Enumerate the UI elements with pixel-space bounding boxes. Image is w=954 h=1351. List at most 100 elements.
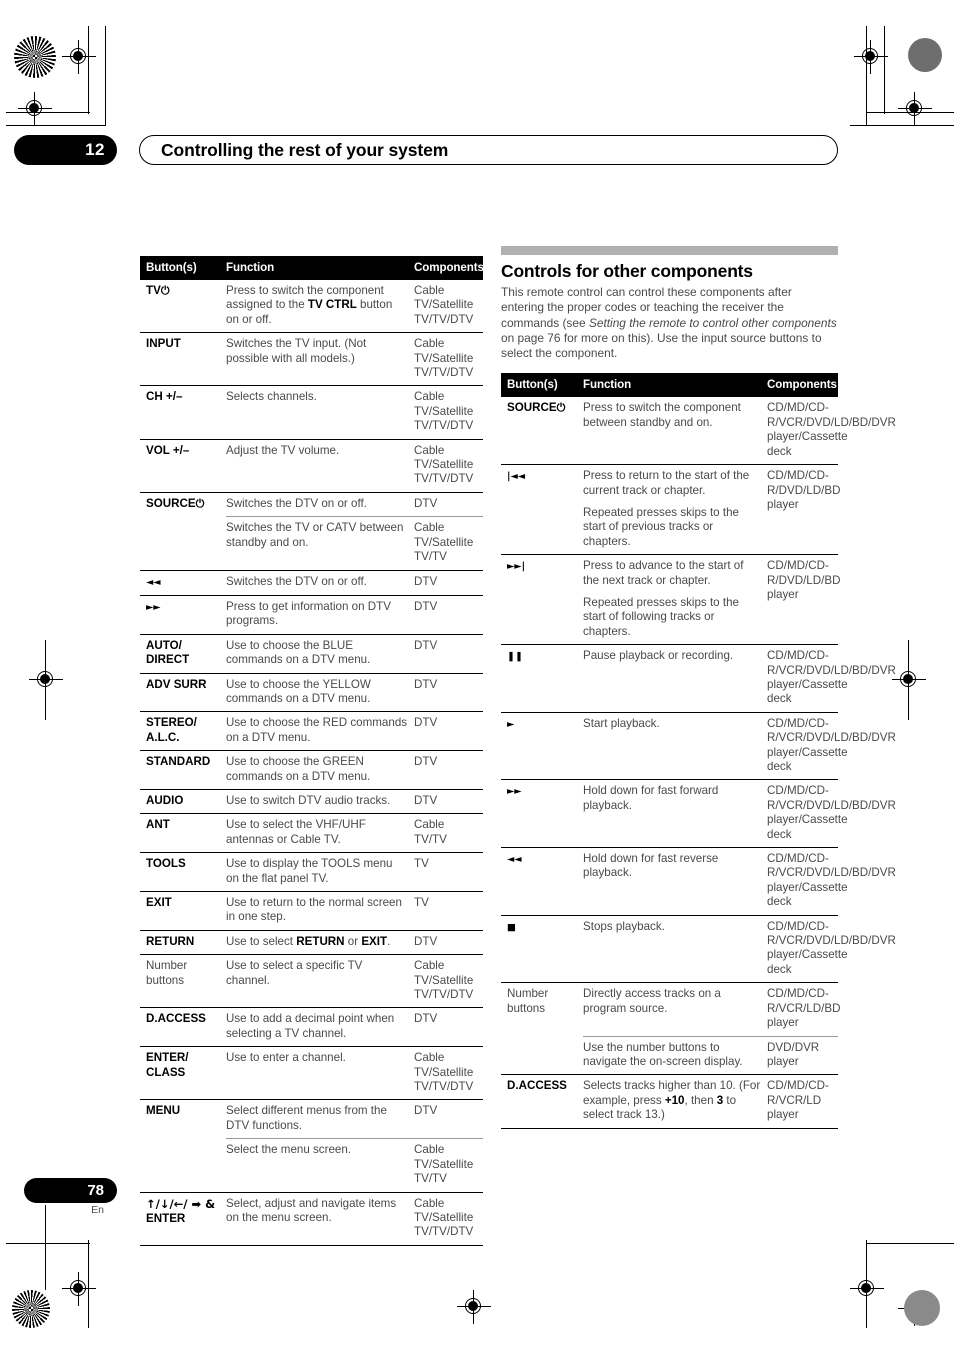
row-button: ❚❚ (501, 644, 583, 713)
table-row: ❚❚ Pause playback or recording. CD/MD/CD… (501, 644, 896, 713)
row-button: ◄◄ (140, 569, 226, 596)
row-button: STANDARD (140, 750, 226, 790)
table-row: ADV SURR Use to choose the YELLOW comman… (140, 672, 483, 712)
column-header-components: Components (767, 373, 838, 397)
row-button: ►►| (501, 554, 583, 645)
row-function: Start playback. (583, 711, 767, 780)
registration-crosshair-icon (62, 1272, 96, 1306)
row-components: CD/MD/CD-R/VCR/DVD/LD/BD/DVR player/Cass… (767, 644, 896, 713)
table-row: ◄◄ Hold down for fast reverse playback. … (501, 847, 896, 916)
dot-target-icon (904, 1290, 940, 1326)
row-function: Use to choose the GREEN commands on a DT… (226, 750, 414, 790)
row-components: Cable TV/Satellite TV/TV/DTV (414, 385, 483, 440)
row-function: Adjust the TV volume. (226, 438, 414, 493)
registration-crosshair-icon (850, 1272, 884, 1306)
row-button: D.ACCESS (140, 1007, 226, 1047)
fast-forward-icon: ►► (146, 601, 161, 613)
row-function: Use to select a specific TV channel. (226, 954, 414, 1008)
row-button: D.ACCESS (501, 1074, 583, 1129)
table-row: ► Start playback. CD/MD/CD-R/VCR/DVD/LD/… (501, 711, 896, 780)
row-function: Press to switch the component between st… (583, 396, 767, 465)
table-row: RETURN Use to select RETURN or EXIT. DTV (140, 929, 483, 955)
table-header-row: Button(s) Function Components (501, 373, 838, 397)
table-row: STEREO/ A.L.C. Use to choose the RED com… (140, 711, 483, 751)
row-button: MENU (140, 1099, 226, 1139)
row-button: ENTER/ CLASS (140, 1046, 226, 1100)
table-row: ↑/↓/←/ ➡ & ENTER Select, adjust and navi… (140, 1191, 483, 1246)
row-components: DTV (414, 711, 483, 751)
page-number-badge: 78 (24, 1178, 117, 1203)
page-language-label: En (91, 1204, 104, 1216)
table-row: |◄◄ Press to return to the start of the … (501, 464, 840, 555)
row-button (140, 1139, 226, 1192)
row-components: Cable TV/Satellite TV/TV (414, 516, 483, 570)
row-components: CD/MD/CD-R/VCR/DVD/LD/BD/DVR player/Cass… (767, 711, 896, 780)
row-function: Switches the TV or CATV between standby … (226, 516, 414, 570)
chapter-number-badge: 12 (14, 135, 117, 165)
column-header-function: Function (226, 256, 414, 280)
table-row: Number buttons Directly access tracks on… (501, 982, 840, 1037)
row-function: Select different menus from the DTV func… (226, 1099, 414, 1139)
crop-line (45, 1205, 47, 1290)
row-button: AUTO/ DIRECT (140, 633, 226, 674)
row-button: ►► (501, 779, 583, 848)
table-row: TV⏻ Press to switch the component assign… (140, 278, 483, 333)
row-button: AUDIO (140, 788, 226, 814)
row-button: VOL +/– (140, 438, 226, 493)
row-function: Selects tracks higher than 10. (For exam… (583, 1074, 767, 1129)
row-function: Selects channels. (226, 385, 414, 440)
table-row: Number buttons Use to select a specific … (140, 954, 483, 1008)
table-row: D.ACCESS Use to add a decimal point when… (140, 1007, 483, 1047)
table-row: ►►| Press to advance to the start of the… (501, 554, 840, 645)
table-row: MENU Select different menus from the DTV… (140, 1099, 483, 1139)
row-function: Use to enter a channel. (226, 1046, 414, 1100)
table-row: TOOLS Use to display the TOOLS menu on t… (140, 852, 483, 892)
tv-controls-section: Button(s) Function Components TV⏻ Press … (140, 256, 484, 1246)
registration-crosshair-icon (898, 92, 932, 126)
other-components-table: Button(s) Function Components SOURCE⏻ Pr… (501, 373, 896, 1129)
table-bottom-rule (501, 1127, 838, 1129)
row-function: Switches the DTV on or off. (226, 491, 414, 517)
row-function: Use to choose the BLUE commands on a DTV… (226, 633, 414, 674)
row-components: TV (414, 891, 483, 931)
row-function: Select the menu screen. (226, 1138, 414, 1192)
row-components: DTV (414, 569, 483, 596)
row-button: ◄◄ (501, 847, 583, 916)
row-button: SOURCE⏻ (140, 491, 226, 517)
row-function: Use to add a decimal point when selectin… (226, 1007, 414, 1047)
section-title: Controls for other components (501, 261, 753, 281)
row-function: Press to get information on DTV programs… (226, 594, 414, 635)
row-function: Pause playback or recording. (583, 644, 767, 713)
row-components: DTV (414, 1099, 483, 1139)
row-button: TV⏻ (140, 278, 226, 333)
row-button (501, 1036, 583, 1075)
registration-crosshair-icon (62, 40, 96, 74)
rewind-icon: ◄◄ (507, 854, 522, 866)
table-row: SOURCE⏻ Press to switch the component be… (501, 396, 896, 465)
row-components: CD/MD/CD-R/VCR/DVD/LD/BD/DVR player/Cass… (767, 396, 896, 465)
row-button: ANT (140, 813, 226, 853)
row-button: ►► (140, 594, 226, 635)
registration-crosshair-icon (854, 40, 888, 74)
row-button: Number buttons (140, 954, 226, 1008)
row-components: Cable TV/Satellite TV/TV (414, 1138, 483, 1192)
row-components: CD/MD/CD-R/VCR/DVD/LD/BD/DVR player/Cass… (767, 914, 896, 983)
row-components: CD/MD/CD-R/VCR/DVD/LD/BD/DVR player/Cass… (767, 779, 896, 848)
row-components: TV (414, 852, 483, 892)
row-components: DTV (414, 672, 483, 712)
star-target-icon (12, 1290, 50, 1328)
registration-crosshair-icon (18, 92, 52, 126)
registration-crosshair-icon (457, 1290, 491, 1324)
table-row: CH +/– Selects channels. Cable TV/Satell… (140, 385, 483, 440)
table-row: AUDIO Use to switch DTV audio tracks. DT… (140, 788, 483, 814)
power-icon: ⏻ (160, 284, 171, 297)
row-components: Cable TV/TV (414, 813, 483, 853)
row-function: Press to advance to the start of the nex… (583, 554, 767, 645)
row-components: DTV (414, 788, 483, 814)
skip-previous-icon: |◄◄ (507, 471, 526, 483)
row-components: DTV (414, 929, 483, 955)
table-row: Select the menu screen. Cable TV/Satelli… (140, 1138, 483, 1192)
row-components: Cable TV/Satellite TV/TV/DTV (414, 1046, 483, 1100)
row-function: Use to select RETURN or EXIT. (226, 929, 414, 955)
row-components: CD/MD/CD-R/DVD/LD/BD player (767, 554, 840, 645)
